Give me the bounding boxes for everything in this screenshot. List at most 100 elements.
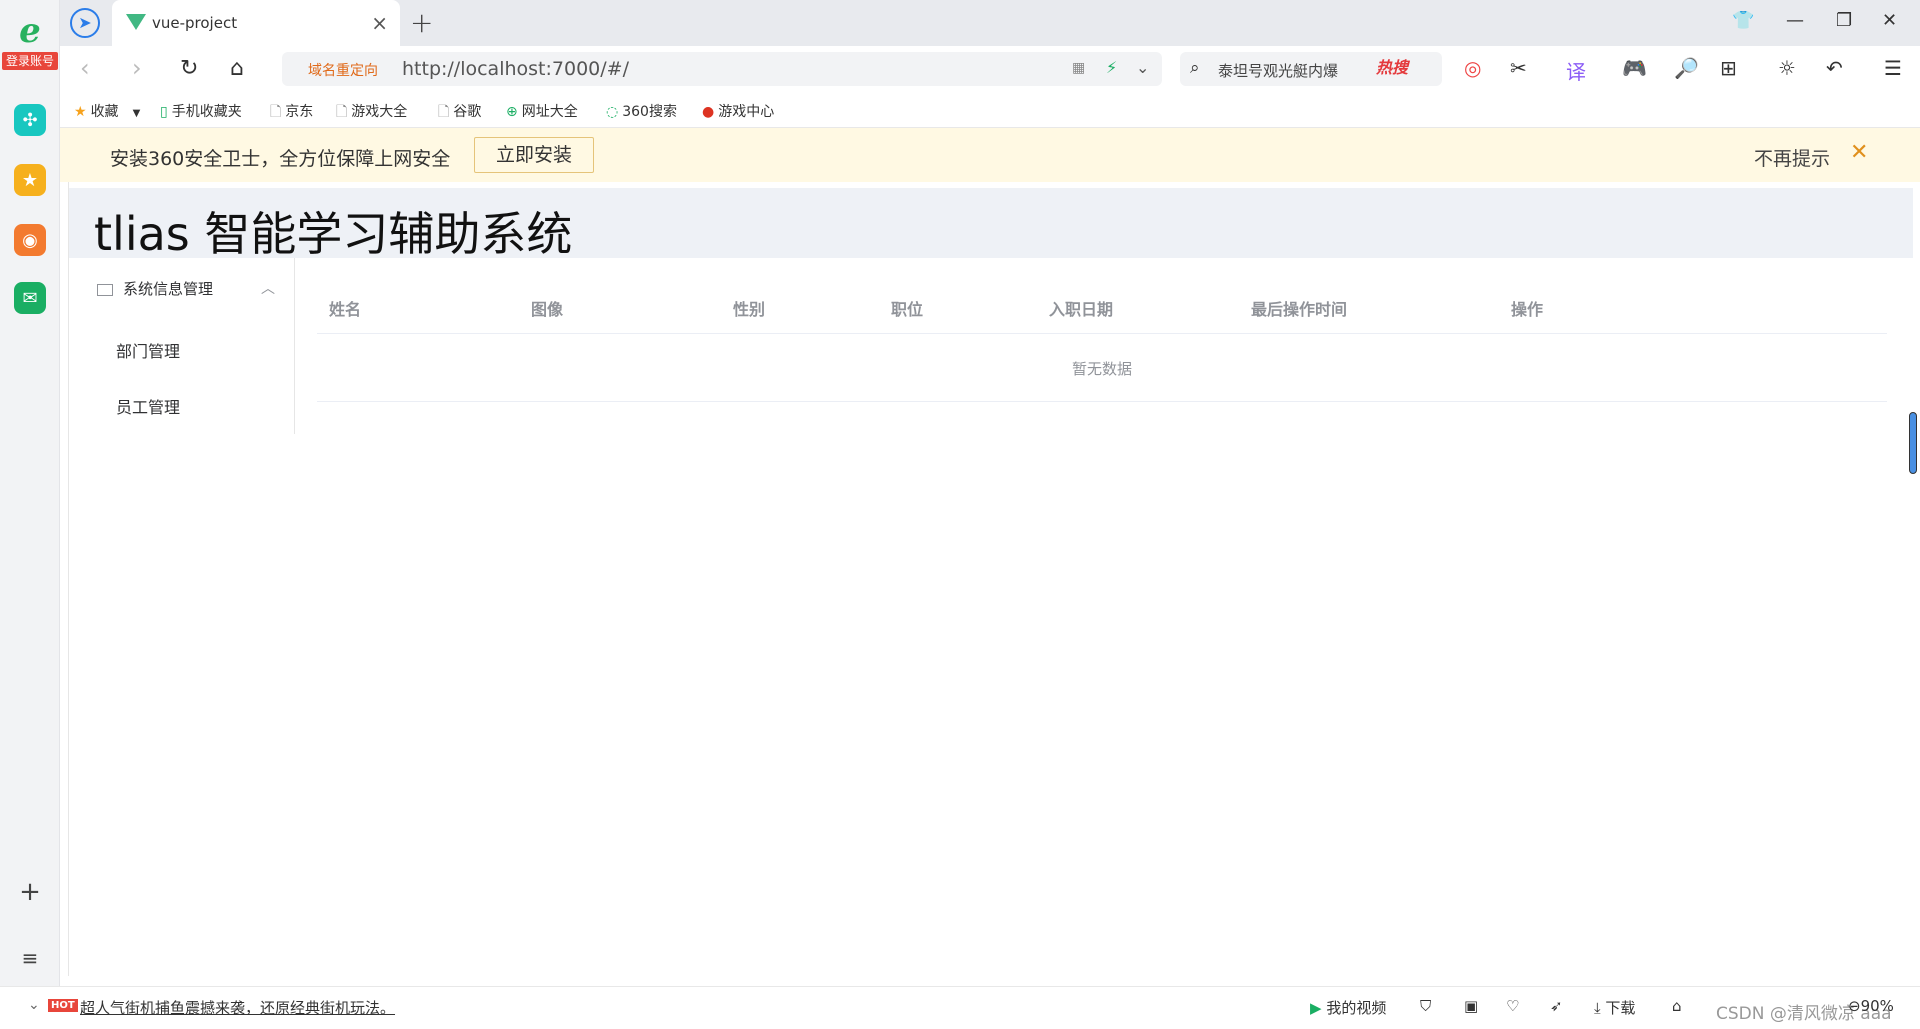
minimize-icon[interactable]: — xyxy=(1786,10,1804,31)
menu-list-icon[interactable]: ≡ xyxy=(14,942,46,974)
brightness-icon[interactable]: ☼ xyxy=(1778,56,1796,80)
sidebar: 系统信息管理 ︿ 部门管理 员工管理 xyxy=(69,258,295,434)
search-icon: ◌ xyxy=(606,104,619,120)
image-icon[interactable]: ▣ xyxy=(1464,997,1478,1015)
page-icon: 🗋 xyxy=(336,104,348,120)
bookmark-site-directory[interactable]: ⊕ 网址大全 xyxy=(506,101,578,121)
download-icon: ⤓ xyxy=(1594,999,1601,1017)
home-icon[interactable]: ⌂ xyxy=(230,56,244,81)
forward-icon[interactable]: › xyxy=(132,54,142,82)
tab-bar: ➤ vue-project × + 👕 — ❐ ✕ xyxy=(60,0,1920,46)
hot-badge: HOT xyxy=(48,999,78,1012)
notification-text: 安装360安全卫士，全方位保障上网安全 xyxy=(110,148,451,170)
notification-close-icon[interactable]: ✕ xyxy=(1850,140,1868,165)
chevron-down-icon[interactable]: ⌄ xyxy=(1136,58,1149,77)
navigation-compass-icon[interactable]: ➤ xyxy=(70,8,100,38)
lightning-icon[interactable]: ⚡ xyxy=(1106,58,1117,77)
game-controller-icon[interactable]: 🎮 xyxy=(1622,56,1647,80)
heart-pulse-icon[interactable]: ♡ xyxy=(1506,997,1519,1015)
add-icon[interactable]: + xyxy=(14,876,46,908)
page-icon: 🗋 xyxy=(438,104,450,120)
column-header-name: 姓名 xyxy=(329,300,362,319)
dont-remind-link[interactable]: 不再提示 xyxy=(1754,144,1830,171)
address-toolbar: ‹ › ↻ ⌂ 域名重定向 http://localhost:7000/#/ ▦… xyxy=(60,46,1920,92)
employee-table: 姓名 图像 性别 职位 入职日期 最后操作时间 操作 暂无数据 xyxy=(317,276,1887,402)
plus-circle-icon: ⊕ xyxy=(506,104,518,120)
back-icon[interactable]: ‹ xyxy=(80,54,90,82)
clover-app-icon[interactable]: ✣ xyxy=(14,104,46,136)
column-header-job: 职位 xyxy=(891,300,924,319)
bookmark-mobile[interactable]: ▯ 手机收藏夹 xyxy=(160,101,242,121)
chevron-up-icon[interactable]: ︿ xyxy=(261,278,275,298)
hot-search-label[interactable]: 热搜 xyxy=(1376,54,1408,78)
undo-icon[interactable]: ↶ xyxy=(1826,56,1843,80)
my-video-button[interactable]: ▶ 我的视频 xyxy=(1310,997,1386,1018)
close-window-icon[interactable]: ✕ xyxy=(1882,10,1897,31)
tab-vue-project[interactable]: vue-project × xyxy=(112,0,400,46)
bookmark-360-search[interactable]: ◌ 360搜索 xyxy=(606,101,677,121)
browser-extension-icon[interactable]: ◎ xyxy=(1464,56,1481,80)
shield-icon[interactable]: ⛉ xyxy=(1420,997,1431,1015)
bookmarks-bar: ★ 收藏 ▼ ▯ 手机收藏夹 🗋 京东 🗋 游戏大全 🗋 谷歌 ⊕ 网址大全 ◌ 360搜索 ●… xyxy=(60,92,1920,128)
qr-code-icon[interactable]: ▦ xyxy=(1072,60,1085,76)
tab-title: vue-project xyxy=(152,14,238,32)
bookmark-game-center[interactable]: ● 游戏中心 xyxy=(702,101,774,121)
redirect-label: 域名重定向 xyxy=(308,63,378,79)
mail-icon[interactable]: ✉ xyxy=(14,282,46,314)
rocket-icon[interactable]: ➶ xyxy=(1550,997,1563,1015)
main-menu-icon[interactable]: ☰ xyxy=(1884,56,1902,80)
search-query[interactable]: 泰坦号观光艇内爆 xyxy=(1218,60,1338,81)
download-button[interactable]: ⤓ 下载 xyxy=(1594,997,1635,1018)
column-header-gender: 性别 xyxy=(733,300,766,319)
column-header-update-time: 最后操作时间 xyxy=(1251,300,1348,319)
status-bar: ⌄ HOT 超人气街机捕鱼震撼来袭，还原经典街机玩法。 ▶ 我的视频 ⛉ ▣ ♡… xyxy=(0,986,1920,1029)
column-header-entry-date: 入职日期 xyxy=(1049,300,1114,319)
browser-logo-icon[interactable]: e xyxy=(12,14,48,50)
favorites-star-icon[interactable]: ★ xyxy=(14,164,46,196)
install-now-button[interactable]: 立即安装 xyxy=(474,137,594,173)
page-title: tlias 智能学习辅助系统 xyxy=(94,207,573,261)
tab-close-icon[interactable]: × xyxy=(371,11,388,35)
zoom-icon: ⊖ xyxy=(1848,997,1861,1015)
phone-icon: ▯ xyxy=(160,104,168,120)
caret-down-icon: ▼ xyxy=(132,108,141,119)
apps-grid-icon[interactable]: ⊞ xyxy=(1720,56,1737,80)
game-icon: ● xyxy=(702,104,715,120)
envelope-icon xyxy=(97,283,113,296)
table-empty-row: 暂无数据 xyxy=(317,334,1887,402)
address-bar[interactable]: 域名重定向 http://localhost:7000/#/ ▦ ⚡ ⌄ xyxy=(282,52,1162,86)
news-ticker-link[interactable]: 超人气街机捕鱼震撼来袭，还原经典街机玩法。 xyxy=(80,997,395,1018)
magnifier-icon[interactable]: 🔎 xyxy=(1674,56,1699,80)
reload-icon[interactable]: ↻ xyxy=(180,56,198,81)
app-container: tlias 智能学习辅助系统 系统信息管理 ︿ 部门管理 员工管理 姓名 图像 … xyxy=(68,182,1913,976)
scissors-icon[interactable]: ✂ xyxy=(1510,56,1527,80)
table-header: 姓名 图像 性别 职位 入职日期 最后操作时间 操作 xyxy=(317,276,1887,334)
star-icon: ★ xyxy=(74,104,87,120)
search-icon: ⌕ xyxy=(1190,58,1200,78)
weibo-icon[interactable]: ◉ xyxy=(14,224,46,256)
skin-shirt-icon[interactable]: 👕 xyxy=(1732,10,1754,31)
restore-icon[interactable]: ❐ xyxy=(1836,10,1852,31)
column-header-actions: 操作 xyxy=(1511,300,1544,319)
sidebar-item-dept[interactable]: 部门管理 xyxy=(116,338,180,362)
login-badge[interactable]: 登录账号 xyxy=(2,52,58,70)
play-icon: ▶ xyxy=(1310,999,1322,1017)
side-dock: e 登录账号 ✣ ★ ◉ ✉ + ≡ xyxy=(0,0,60,1029)
security-notification-bar: 安装360安全卫士，全方位保障上网安全 立即安装 不再提示 ✕ xyxy=(60,128,1920,182)
zoom-level[interactable]: ⊖90% xyxy=(1848,997,1894,1015)
sidebar-item-employee[interactable]: 员工管理 xyxy=(116,394,180,418)
translate-icon[interactable]: 译 xyxy=(1566,56,1586,85)
bookmark-favorites[interactable]: ★ 收藏 ▼ xyxy=(74,101,140,121)
sidebar-group-system-info[interactable]: 系统信息管理 xyxy=(97,278,213,299)
app-header: tlias 智能学习辅助系统 xyxy=(69,188,1913,261)
column-header-image: 图像 xyxy=(531,300,564,319)
page-icon: 🗋 xyxy=(270,104,282,120)
page-scrollbar[interactable] xyxy=(1909,412,1917,474)
incognito-icon[interactable]: ⌂ xyxy=(1672,997,1682,1015)
bookmark-games[interactable]: 🗋 游戏大全 xyxy=(336,101,407,125)
bookmark-jd[interactable]: 🗋 京东 xyxy=(270,101,313,125)
url-text[interactable]: http://localhost:7000/#/ xyxy=(402,58,629,80)
chevron-down-icon[interactable]: ⌄ xyxy=(28,997,40,1013)
bookmark-google[interactable]: 🗋 谷歌 xyxy=(438,101,481,125)
new-tab-icon[interactable]: + xyxy=(410,6,433,39)
